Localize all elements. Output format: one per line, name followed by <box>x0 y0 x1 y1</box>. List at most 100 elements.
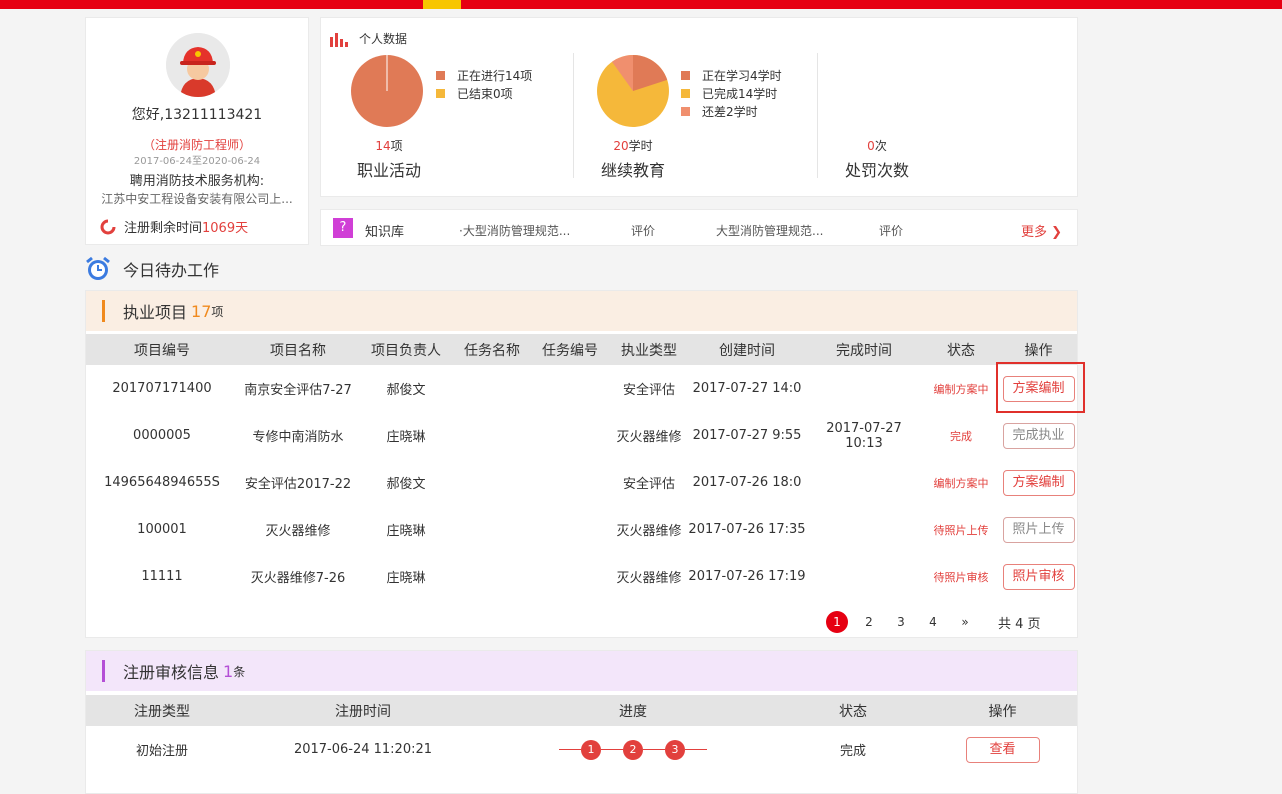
page-3-button[interactable]: 3 <box>890 611 912 633</box>
complete-practice-button[interactable]: 完成执业 <box>1002 422 1075 449</box>
cell-name: 安全评估2017-22 <box>244 477 352 492</box>
page-4-button[interactable]: 4 <box>922 611 944 633</box>
cell-created: 2017-07-26 18:0 <box>692 475 802 490</box>
cell-task-no <box>530 365 610 412</box>
top-bar <box>0 0 1282 9</box>
todo-heading: 今日待办工作 <box>85 256 219 282</box>
cell-reg-type: 初始注册 <box>135 744 188 759</box>
cell-type: 安全评估 <box>622 383 675 398</box>
stats-title: 个人数据 <box>329 30 407 47</box>
status-badge: 编制方案中 <box>933 476 989 490</box>
pagination: 1 2 3 4 » 共 4 页 <box>826 611 1041 633</box>
next-page-button[interactable]: » <box>954 611 976 633</box>
col-reg-action: 操作 <box>928 695 1077 726</box>
cell-reg-action: 查看 <box>928 726 1077 773</box>
cell-name: 专修中南消防水 <box>252 430 344 445</box>
col-done: 完成时间 <box>806 334 922 365</box>
col-type: 执业类型 <box>610 334 688 365</box>
cell-task <box>454 412 530 459</box>
cell-created: 2017-07-26 17:19 <box>688 569 806 584</box>
cell-id: 1496564894655S <box>104 475 220 490</box>
more-link[interactable]: 更多 ❯ <box>1021 221 1062 240</box>
cell-name: 灭火器维修7-26 <box>250 571 346 586</box>
col-owner: 项目负责人 <box>358 334 454 365</box>
org-name: 江苏中安工程设备安装有限公司上... <box>101 192 293 206</box>
legend-swatch <box>681 106 690 116</box>
bar-chart-icon <box>330 32 348 47</box>
legend-finished: 已结束0项 <box>457 86 513 101</box>
legend-swatch <box>436 88 445 98</box>
practice-pie-chart <box>351 55 423 127</box>
registration-table-header: 注册类型 注册时间 进度 状态 操作 <box>86 695 1077 726</box>
question-icon: ? <box>333 218 353 238</box>
cell-type: 安全评估 <box>622 477 675 492</box>
cell-done <box>806 506 922 553</box>
table-row: 100001 灭火器维修 庄晓琳 灭火器维修 2017-07-26 17:35 … <box>86 506 1077 553</box>
cell-owner: 郝俊文 <box>386 383 426 398</box>
cell-progress: 1 2 3 <box>488 726 778 773</box>
view-button[interactable]: 查看 <box>965 736 1040 763</box>
cell-type: 灭火器维修 <box>616 430 682 445</box>
page-1-button[interactable]: 1 <box>826 611 848 633</box>
col-project-name: 项目名称 <box>238 334 358 365</box>
photo-review-button[interactable]: 照片审核 <box>1002 563 1075 590</box>
cell-owner: 郝俊文 <box>386 477 426 492</box>
refresh-icon <box>100 219 116 234</box>
legend-remaining: 还差2学时 <box>702 104 758 119</box>
registration-dates: 2017-06-24至2020-06-24 <box>133 156 261 167</box>
plan-edit-button[interactable]: 方案编制 <box>1002 469 1075 496</box>
table-row: 201707171400 南京安全评估7-27 郝俊文 安全评估 2017-07… <box>86 365 1077 412</box>
col-project-id: 项目编号 <box>86 334 238 365</box>
avatar[interactable] <box>166 33 230 97</box>
org-label: 聘用消防技术服务机构: <box>129 174 265 189</box>
cell-done <box>806 365 922 412</box>
projects-title: 执业项目 <box>123 303 188 322</box>
cell-action: 方案编制 <box>1000 459 1077 506</box>
legend-swatch <box>681 88 690 98</box>
page-2-button[interactable]: 2 <box>858 611 880 633</box>
cell-owner: 庄晓琳 <box>386 430 426 445</box>
personal-data-card: 个人数据 正在进行14项 已结束0项 14项 职业活动 正在学习4学时 已完成1… <box>320 17 1078 197</box>
cell-task <box>454 506 530 553</box>
knowledge-review[interactable]: 评价 <box>879 222 903 239</box>
knowledge-review[interactable]: 评价 <box>631 222 655 239</box>
projects-header: 执业项目 17 项 <box>86 291 1077 331</box>
cell-done <box>806 459 922 506</box>
knowledge-link[interactable]: ·大型消防管理规范... <box>459 222 570 239</box>
active-tab-indicator <box>423 0 461 9</box>
projects-table: 项目编号 项目名称 项目负责人 任务名称 任务编号 执业类型 创建时间 完成时间… <box>86 334 1077 600</box>
education-pie-chart <box>597 55 669 127</box>
highlight-box <box>996 362 1085 413</box>
cell-task <box>454 365 530 412</box>
cell-reg-status: 完成 <box>839 744 866 759</box>
legend-completed: 已完成14学时 <box>702 86 778 101</box>
legend-swatch <box>436 70 445 80</box>
progress-steps: 1 2 3 <box>559 739 707 760</box>
photo-upload-button[interactable]: 照片上传 <box>1002 516 1075 543</box>
cell-action: 完成执业 <box>1000 412 1077 459</box>
cell-created: 2017-07-26 17:35 <box>688 522 806 537</box>
cell-id: 0000005 <box>133 428 191 443</box>
step-1: 1 <box>581 739 601 760</box>
registration-count: 1 <box>223 661 234 681</box>
table-row: 0000005 专修中南消防水 庄晓琳 灭火器维修 2017-07-27 9:5… <box>86 412 1077 459</box>
registration-header: 注册审核信息 1 条 <box>86 651 1077 691</box>
knowledge-link[interactable]: 大型消防管理规范... <box>716 222 823 239</box>
profile-card: 您好,13211113421 （注册消防工程师） 2017-06-24至2020… <box>85 17 309 245</box>
todo-title: 今日待办工作 <box>123 261 220 280</box>
cell-name: 灭火器维修 <box>265 524 331 539</box>
cell-task <box>454 553 530 600</box>
practice-count: 14项 <box>375 139 403 153</box>
cell-done: 2017-07-27 10:13 <box>826 420 902 451</box>
knowledge-label: 知识库 <box>365 225 405 240</box>
page-total: 共 4 页 <box>998 616 1041 632</box>
alarm-clock-icon <box>86 256 110 280</box>
firefighter-avatar-icon <box>166 33 230 97</box>
col-progress: 进度 <box>488 695 778 726</box>
projects-count: 17 <box>191 301 212 321</box>
cell-name: 南京安全评估7-27 <box>244 383 352 398</box>
cell-task-no <box>530 459 610 506</box>
role-label: （注册消防工程师） <box>142 138 251 152</box>
greeting: 您好,13211113421 <box>131 107 263 123</box>
col-reg-type: 注册类型 <box>86 695 238 726</box>
